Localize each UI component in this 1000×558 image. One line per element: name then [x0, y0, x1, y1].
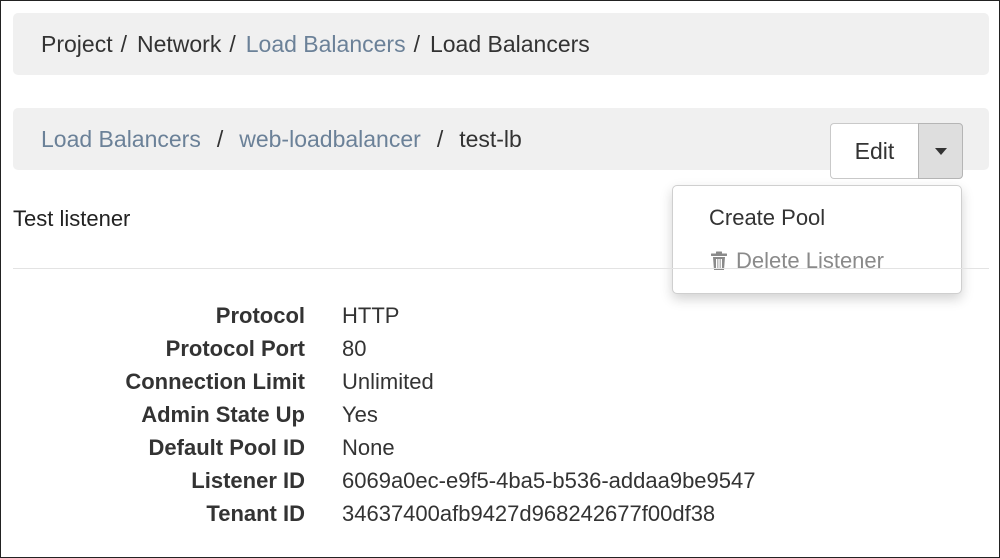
page-breadcrumb-web-loadbalancer-link[interactable]: web-loadbalancer — [239, 126, 421, 153]
breadcrumb-separator: / — [120, 30, 127, 57]
page-frame: Project / Network / Load Balancers / Loa… — [0, 0, 1000, 558]
breadcrumb: Project / Network / Load Balancers / Loa… — [41, 13, 590, 75]
delete-listener-menu-item[interactable]: Delete Listener — [710, 248, 884, 274]
breadcrumb-separator: / — [436, 126, 444, 152]
detail-row-protocol: Protocol HTTP — [1, 303, 1000, 336]
breadcrumb-separator: / — [229, 30, 236, 57]
actions-dropdown-toggle[interactable] — [918, 123, 963, 179]
create-pool-label: Create Pool — [709, 205, 826, 230]
divider — [13, 268, 989, 269]
detail-row-tenant-id: Tenant ID 34637400afb9427d968242677f00df… — [1, 501, 1000, 534]
detail-value: Unlimited — [342, 369, 434, 394]
breadcrumb-separator: / — [413, 30, 420, 57]
page-breadcrumb-load-balancers-link[interactable]: Load Balancers — [41, 126, 201, 153]
breadcrumb-current-load-balancers: Load Balancers — [429, 30, 590, 57]
create-pool-menu-item[interactable]: Create Pool — [709, 205, 825, 231]
breadcrumb-network: Network — [136, 30, 222, 57]
detail-value: 80 — [342, 336, 367, 361]
detail-row-default-pool-id: Default Pool ID None — [1, 435, 1000, 468]
breadcrumb-load-balancers-link[interactable]: Load Balancers — [246, 31, 406, 58]
listener-description: Test listener — [13, 206, 131, 231]
page-breadcrumb: Load Balancers / web-loadbalancer / test… — [41, 108, 522, 170]
detail-row-listener-id: Listener ID 6069a0ec-e9f5-4ba5-b536-adda… — [1, 468, 1000, 501]
breadcrumb-separator: / — [216, 126, 224, 152]
actions-button-group: Edit — [830, 123, 963, 179]
detail-row-connection-limit: Connection Limit Unlimited — [1, 369, 1000, 402]
breadcrumb-bar: Project / Network / Load Balancers / Loa… — [13, 13, 989, 75]
breadcrumb-project: Project — [41, 30, 113, 57]
actions-dropdown-menu: Create Pool Delete Listener — [672, 185, 962, 294]
detail-value: 34637400afb9427d968242677f00df38 — [342, 501, 716, 526]
edit-button[interactable]: Edit — [830, 123, 918, 179]
detail-label: Admin State Up — [141, 402, 305, 427]
delete-listener-label: Delete Listener — [736, 248, 884, 273]
detail-value: 6069a0ec-e9f5-4ba5-b536-addaa9be9547 — [342, 468, 756, 493]
detail-label: Default Pool ID — [148, 435, 305, 460]
detail-row-protocol-port: Protocol Port 80 — [1, 336, 1000, 369]
chevron-down-icon — [934, 147, 947, 155]
detail-value: HTTP — [342, 303, 400, 328]
detail-value: None — [342, 435, 395, 460]
detail-label: Connection Limit — [125, 369, 305, 394]
page-title: test-lb — [459, 126, 522, 152]
detail-row-admin-state-up: Admin State Up Yes — [1, 402, 1000, 435]
detail-label: Protocol Port — [165, 336, 305, 361]
detail-value: Yes — [342, 402, 378, 427]
detail-label: Listener ID — [191, 468, 305, 493]
detail-label: Protocol — [215, 303, 305, 328]
detail-label: Tenant ID — [206, 501, 305, 526]
